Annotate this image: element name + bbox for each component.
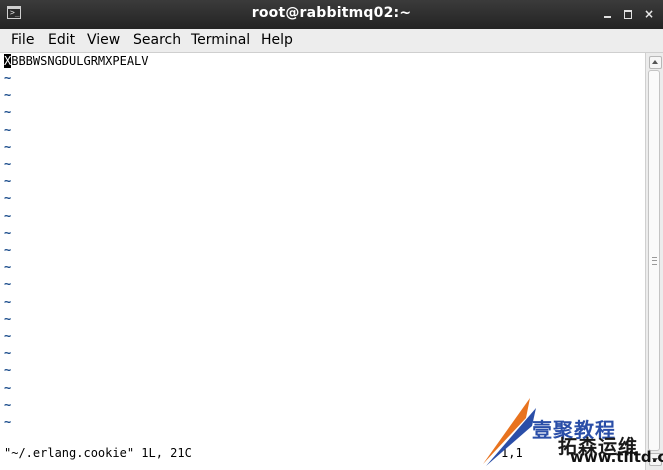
empty-line-tilde: ~	[4, 397, 12, 412]
maximize-icon[interactable]	[621, 8, 635, 20]
vim-status-file: "~/.erlang.cookie" 1L, 21C	[4, 446, 192, 460]
empty-line-tilde: ~	[4, 329, 12, 343]
empty-line-tilde: ~	[4, 294, 12, 309]
empty-line-tilde: ~	[4, 71, 12, 85]
vertical-scrollbar[interactable]	[645, 53, 663, 470]
menu-search[interactable]: Search	[133, 32, 181, 48]
terminal-text-area[interactable]: XBBBWSNGDULGRMXPEALV ~ ~ ~ ~ ~ ~ ~ ~ ~ ~ ~ ~ ~ ~ ~ ~ ~ ~ ~…	[0, 53, 645, 470]
empty-line-tilde: ~	[4, 191, 12, 206]
empty-line-tilde: ~	[4, 277, 12, 292]
grip-icon	[652, 257, 657, 265]
terminal-window: >_ root@rabbitmq02:~ × File Edit View Se…	[0, 0, 663, 470]
empty-line-tilde: ~	[4, 105, 12, 120]
menu-edit[interactable]: Edit	[48, 32, 75, 48]
empty-line-tilde: ~	[4, 243, 12, 257]
empty-line-tilde: ~	[4, 415, 12, 429]
empty-line-tilde: ~	[4, 88, 12, 103]
empty-line-tilde: ~	[4, 363, 12, 378]
menu-help[interactable]: Help	[261, 32, 293, 48]
empty-line-tilde: ~	[4, 122, 12, 137]
scrollbar-thumb[interactable]	[648, 70, 660, 451]
title-bar[interactable]: >_ root@rabbitmq02:~ ×	[0, 0, 663, 30]
vim-cursor-position: 1,1	[501, 446, 523, 460]
empty-line-tilde: ~	[4, 208, 12, 223]
menu-bar: File Edit View Search Terminal Help	[0, 29, 663, 53]
empty-line-tilde: ~	[4, 174, 12, 189]
menu-terminal[interactable]: Terminal	[191, 32, 250, 48]
scroll-down-arrow-icon[interactable]	[649, 453, 662, 466]
empty-line-tilde: ~	[4, 225, 12, 240]
empty-line-tilde: ~	[4, 139, 12, 154]
empty-line-tilde: ~	[4, 157, 12, 171]
empty-line-tilde: ~	[4, 311, 12, 326]
empty-line-tilde: ~	[4, 380, 12, 395]
window-title: root@rabbitmq02:~	[251, 5, 412, 21]
cookie-value: BBBWSNGDULGRMXPEALV	[11, 54, 149, 68]
empty-line-tilde: ~	[4, 260, 12, 275]
menu-file[interactable]: File	[11, 32, 34, 48]
close-icon[interactable]: ×	[642, 8, 656, 20]
minimize-icon[interactable]	[601, 8, 615, 20]
file-content-line: XBBBWSNGDULGRMXPEALV	[4, 53, 149, 70]
scroll-up-arrow-icon[interactable]	[649, 56, 662, 69]
empty-line-tilde: ~	[4, 346, 12, 361]
menu-view[interactable]: View	[87, 32, 120, 48]
